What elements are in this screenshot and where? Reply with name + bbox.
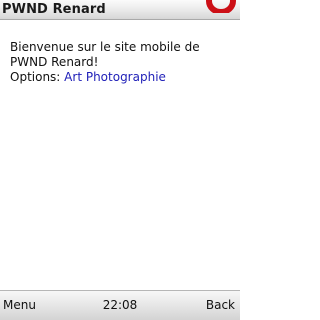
browser-screen: PWND Renard Bienvenue sur le site mobile…: [0, 0, 240, 320]
back-softkey[interactable]: Back: [206, 298, 235, 313]
options-line: Options: Art Photographie: [10, 70, 232, 85]
options-label: Options:: [10, 70, 61, 84]
art-photographie-link[interactable]: Art Photographie: [64, 70, 166, 84]
title-bar: PWND Renard: [0, 0, 240, 20]
softkey-bar: Menu 22:08 Back: [0, 290, 240, 320]
opera-logo-icon: [206, 0, 236, 13]
welcome-message: Bienvenue sur le site mobile de PWND Ren…: [10, 40, 200, 69]
page-content: Bienvenue sur le site mobile de PWND Ren…: [10, 40, 232, 85]
menu-softkey[interactable]: Menu: [3, 298, 36, 313]
page-title: PWND Renard: [2, 2, 106, 17]
clock: 22:08: [102, 298, 138, 312]
